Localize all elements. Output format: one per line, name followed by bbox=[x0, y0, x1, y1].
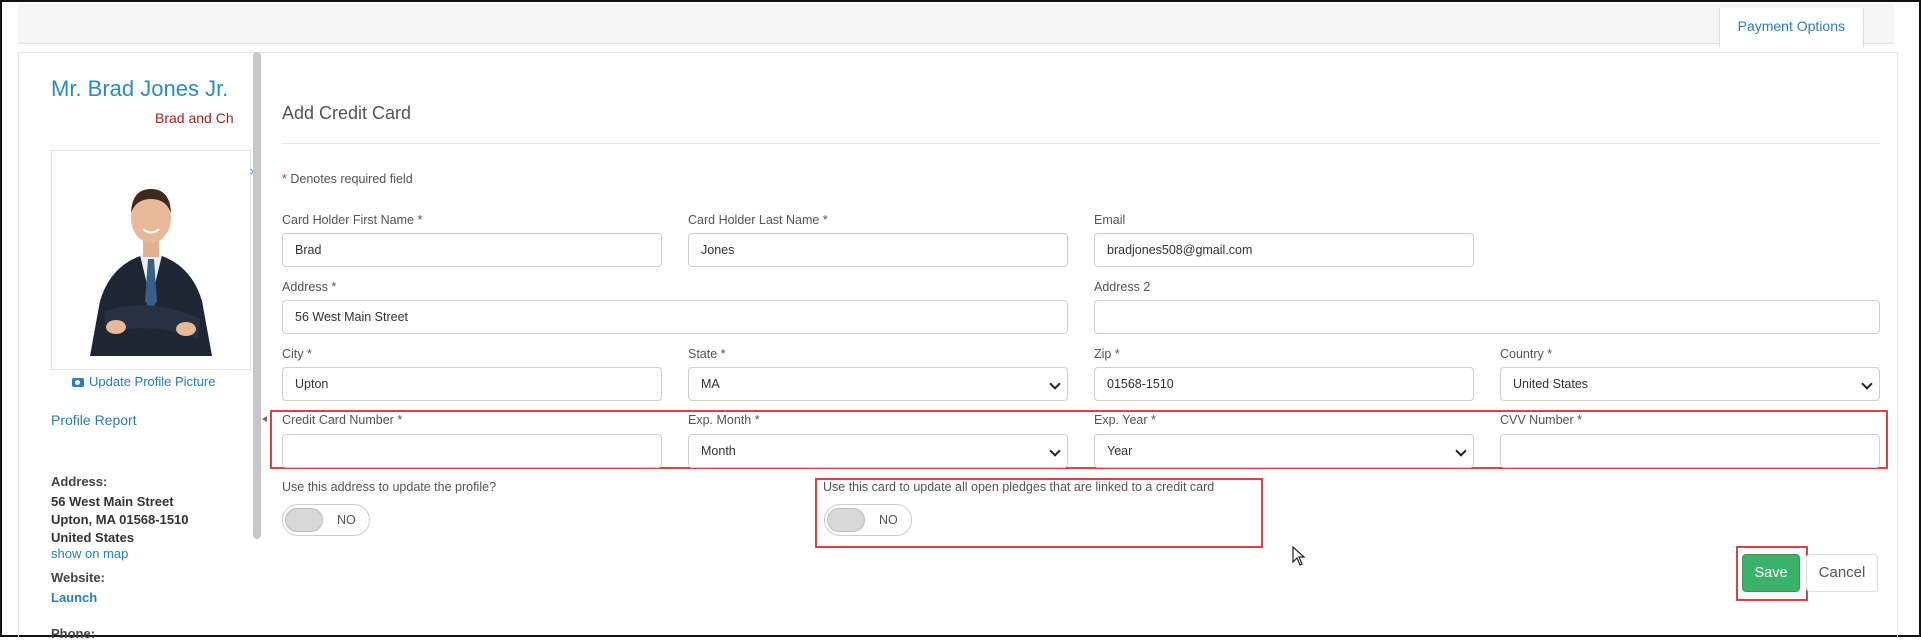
collapse-left-icon[interactable] bbox=[262, 416, 267, 422]
toggle-knob bbox=[285, 508, 323, 532]
card-number-field[interactable] bbox=[282, 434, 662, 468]
email-field[interactable]: bradjones508@gmail.com bbox=[1094, 233, 1474, 267]
city-field[interactable]: Upton bbox=[282, 367, 662, 401]
zip-label: Zip * bbox=[1094, 347, 1120, 361]
toggle-state: NO bbox=[337, 513, 356, 527]
top-tab-bar: Payment Options bbox=[18, 4, 1894, 47]
sidebar-scrollbar[interactable] bbox=[253, 52, 261, 539]
first-name-label: Card Holder First Name * bbox=[282, 213, 423, 227]
country-label: Country * bbox=[1500, 347, 1553, 361]
show-on-map-link[interactable]: show on map bbox=[51, 546, 128, 561]
required-star: * bbox=[282, 172, 287, 186]
chevron-down-icon bbox=[1049, 445, 1061, 457]
email-label: Email bbox=[1094, 213, 1126, 227]
country-select[interactable]: United States bbox=[1500, 367, 1880, 401]
update-pledges-toggle[interactable]: NO bbox=[824, 504, 912, 536]
update-pledges-toggle-label: Use this card to update all open pledges… bbox=[823, 480, 1215, 494]
address-line-1: 56 West Main Street bbox=[51, 494, 174, 509]
mouse-pointer-icon bbox=[1292, 546, 1306, 566]
address-field[interactable]: 56 West Main Street bbox=[282, 300, 1068, 334]
last-name-label: Card Holder Last Name * bbox=[688, 213, 828, 227]
phone-label: Phone: bbox=[51, 626, 96, 641]
last-name-field[interactable]: Jones bbox=[688, 233, 1068, 267]
chevron-down-icon bbox=[1049, 378, 1061, 390]
save-button[interactable]: Save bbox=[1742, 554, 1800, 592]
state-value: MA bbox=[701, 377, 720, 391]
exp-month-label: Exp. Month * bbox=[688, 413, 760, 427]
card-number-label: Credit Card Number * bbox=[282, 413, 403, 427]
required-note: * Denotes required field bbox=[282, 172, 413, 186]
cancel-button[interactable]: Cancel bbox=[1806, 554, 1878, 592]
exp-month-select[interactable]: Month bbox=[688, 434, 1068, 468]
update-picture-label: Update Profile Picture bbox=[89, 374, 216, 389]
first-name-field[interactable]: Brad bbox=[282, 233, 662, 267]
required-note-text: Denotes required field bbox=[290, 172, 413, 186]
update-profile-toggle-label: Use this address to update the profile? bbox=[282, 480, 497, 494]
country-value: United States bbox=[1513, 377, 1589, 391]
exp-year-label: Exp. Year * bbox=[1094, 413, 1156, 427]
avatar bbox=[90, 189, 212, 356]
address-field-label: Address * bbox=[282, 280, 337, 294]
zip-field[interactable]: 01568-1510 bbox=[1094, 367, 1474, 401]
cvv-label: CVV Number * bbox=[1500, 413, 1582, 427]
profile-sidebar: Mr. Brad Jones Jr. Brad and Ch › Update … bbox=[18, 52, 254, 641]
website-launch-link[interactable]: Launch bbox=[51, 590, 97, 605]
camera-icon bbox=[72, 378, 84, 387]
address-line-2: Upton, MA 01568-1510 bbox=[51, 512, 189, 527]
main-panel bbox=[18, 52, 1898, 638]
profile-photo bbox=[51, 150, 251, 370]
chevron-down-icon bbox=[1455, 445, 1467, 457]
address-line-3: United States bbox=[51, 530, 135, 545]
chevron-down-icon bbox=[1861, 378, 1873, 390]
title-divider bbox=[282, 143, 1880, 144]
website-label: Website: bbox=[51, 570, 105, 585]
address-label: Address: bbox=[51, 474, 108, 489]
update-profile-picture-link[interactable]: Update Profile Picture bbox=[72, 374, 215, 389]
tab-payment-options[interactable]: Payment Options bbox=[1718, 8, 1864, 47]
cvv-field[interactable] bbox=[1500, 434, 1880, 468]
address2-label: Address 2 bbox=[1094, 280, 1151, 294]
state-select[interactable]: MA bbox=[688, 367, 1068, 401]
profile-report-link[interactable]: Profile Report bbox=[51, 412, 137, 428]
profile-organization: Brad and Ch bbox=[155, 110, 234, 126]
exp-month-value: Month bbox=[701, 444, 736, 458]
state-label: State * bbox=[688, 347, 726, 361]
city-label: City * bbox=[282, 347, 312, 361]
exp-year-select[interactable]: Year bbox=[1094, 434, 1474, 468]
profile-name: Mr. Brad Jones Jr. bbox=[51, 76, 229, 101]
toggle-knob bbox=[827, 508, 865, 532]
exp-year-value: Year bbox=[1107, 444, 1133, 458]
toggle-state: NO bbox=[879, 513, 898, 527]
update-profile-toggle[interactable]: NO bbox=[282, 504, 370, 536]
address2-field[interactable] bbox=[1094, 300, 1880, 334]
form-title: Add Credit Card bbox=[282, 103, 412, 123]
